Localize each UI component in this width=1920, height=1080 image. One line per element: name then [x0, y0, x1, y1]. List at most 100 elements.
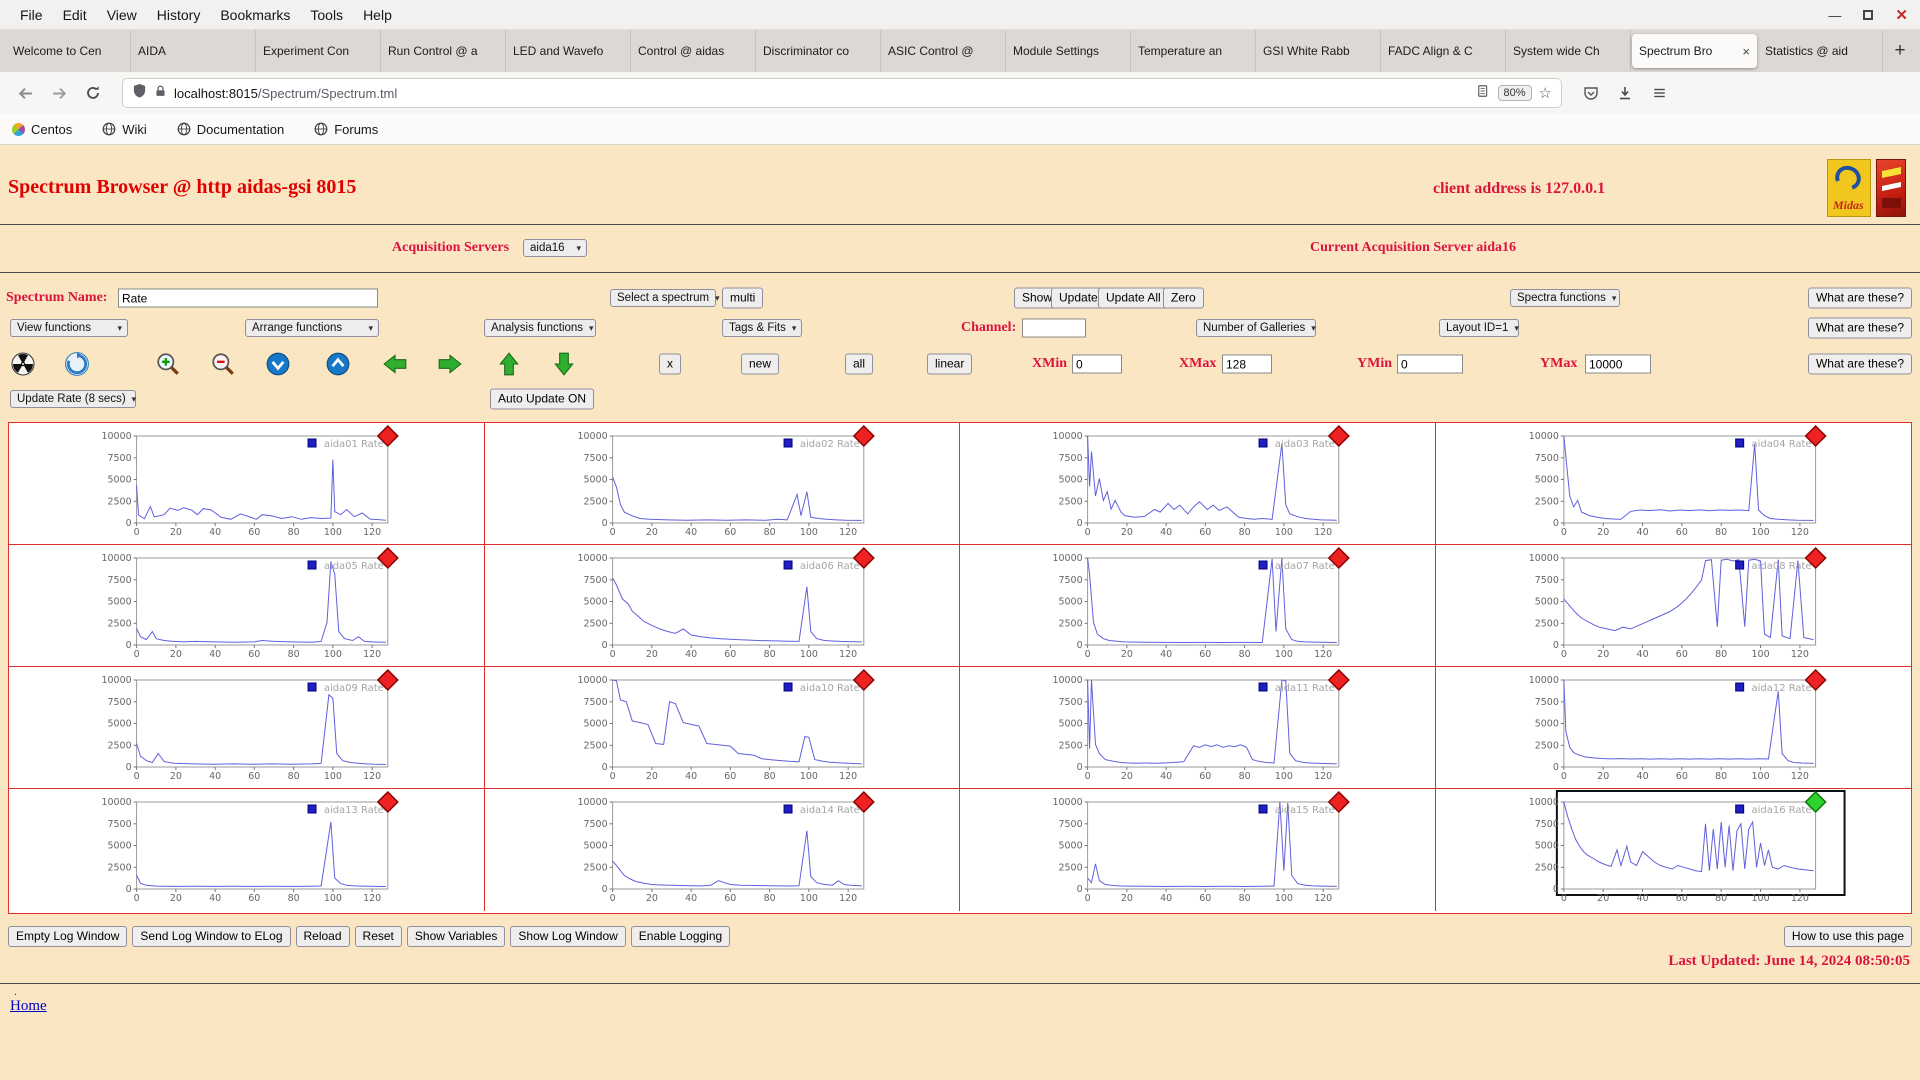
close-button[interactable]: ✕	[1895, 8, 1908, 23]
arrange-functions-dropdown[interactable]: Arrange functions ▾	[245, 319, 379, 337]
browser-tab[interactable]: FADC Align & C	[1381, 30, 1506, 72]
update-all-button[interactable]: Update All	[1098, 287, 1169, 309]
zero-button[interactable]: Zero	[1163, 287, 1204, 309]
browser-tab[interactable]: Experiment Con	[256, 30, 381, 72]
spectrum-panel-aida12[interactable]: 0 2500 5000 7500 10000 0 20 40 60 80 100 120 aida12 …	[1435, 667, 1911, 789]
circle-down-icon[interactable]	[265, 351, 291, 377]
what-are-these-button[interactable]: What are these?	[1807, 287, 1912, 309]
reset-button[interactable]: Reset	[354, 926, 402, 947]
spectrum-panel-aida08[interactable]: 0 2500 5000 7500 10000 0 20 40 60 80 100 120 aida08 …	[1435, 545, 1911, 667]
reader-mode-icon[interactable]	[1477, 84, 1491, 103]
tab-close-icon[interactable]: ×	[1742, 44, 1750, 59]
xmin-input[interactable]	[1072, 354, 1122, 374]
acquisition-server-select[interactable]: aida16 ▾	[523, 239, 587, 257]
menu-history[interactable]: History	[147, 7, 211, 23]
send-log-window-to-elog-button[interactable]: Send Log Window to ELog	[132, 926, 291, 947]
browser-tab[interactable]: AIDA	[131, 30, 256, 72]
downloads-icon[interactable]	[1610, 78, 1640, 108]
radioactive-icon[interactable]	[10, 351, 36, 377]
refresh-icon[interactable]	[64, 351, 90, 377]
browser-tab[interactable]: LED and Wavefo	[506, 30, 631, 72]
menu-edit[interactable]: Edit	[53, 7, 97, 23]
channel-input[interactable]	[1022, 318, 1086, 338]
menu-bookmarks[interactable]: Bookmarks	[210, 7, 300, 23]
maximize-button[interactable]	[1863, 9, 1874, 22]
x-button[interactable]: x	[659, 353, 681, 375]
spectrum-name-input[interactable]	[118, 288, 378, 308]
shield-icon[interactable]	[132, 83, 147, 103]
arrow-right-icon[interactable]	[437, 351, 463, 377]
tags-fits-dropdown[interactable]: Tags & Fits ▾	[722, 319, 802, 337]
pocket-icon[interactable]	[1576, 78, 1606, 108]
spectrum-panel-aida06[interactable]: 0 2500 5000 7500 10000 0 20 40 60 80 100 120 aida06 …	[484, 545, 960, 667]
bookmark-star-icon[interactable]: ☆	[1539, 84, 1552, 102]
linear-button[interactable]: linear	[927, 353, 973, 375]
address-bar[interactable]: localhost:8015/Spectrum/Spectrum.tml 80%…	[122, 78, 1562, 108]
arrow-left-icon[interactable]	[382, 351, 408, 377]
minimize-button[interactable]: —	[1828, 9, 1841, 22]
menu-hamburger-icon[interactable]	[1644, 78, 1674, 108]
ymin-input[interactable]	[1397, 354, 1463, 374]
what-are-these-button[interactable]: What are these?	[1807, 317, 1912, 339]
spectrum-panel-aida04[interactable]: 0 2500 5000 7500 10000 0 20 40 60 80 100 120 aida04 …	[1435, 423, 1911, 545]
menu-view[interactable]: View	[97, 7, 147, 23]
spectrum-panel-aida11[interactable]: 0 2500 5000 7500 10000 0 20 40 60 80 100 120 aida11 …	[960, 667, 1436, 789]
browser-tab[interactable]: Run Control @ a	[381, 30, 506, 72]
spectra-functions-dropdown[interactable]: Spectra functions ▾	[1510, 289, 1620, 307]
browser-tab-active[interactable]: Spectrum Bro ×	[1632, 34, 1757, 68]
reload-button[interactable]: Reload	[295, 926, 350, 947]
ymax-input[interactable]	[1585, 354, 1651, 374]
reload-button[interactable]	[78, 78, 108, 108]
circle-up-icon[interactable]	[325, 351, 351, 377]
browser-tab[interactable]: Module Settings	[1006, 30, 1131, 72]
browser-tab[interactable]: Statistics @ aid	[1758, 30, 1883, 72]
spectrum-panel-aida02[interactable]: 0 2500 5000 7500 10000 0 20 40 60 80 100 120 aida02 …	[484, 423, 960, 545]
spectrum-panel-aida07[interactable]: 0 2500 5000 7500 10000 0 20 40 60 80 100 120 aida07 …	[960, 545, 1436, 667]
browser-tab[interactable]: System wide Ch	[1506, 30, 1631, 72]
show-variables-button[interactable]: Show Variables	[406, 926, 506, 947]
spectrum-panel-aida01[interactable]: 0 2500 5000 7500 10000 0 20 40 60 80 100 120 aida01 …	[9, 423, 485, 545]
number-of-galleries-dropdown[interactable]: Number of Galleries ▾	[1196, 319, 1316, 337]
zoom-level-badge[interactable]: 80%	[1497, 85, 1532, 101]
spectrum-panel-aida05[interactable]: 0 2500 5000 7500 10000 0 20 40 60 80 100 120 aida05 …	[9, 545, 485, 667]
bookmark-wiki[interactable]: Wiki	[102, 122, 147, 137]
home-link[interactable]: Home	[10, 998, 47, 1015]
browser-tab[interactable]: GSI White Rabb	[1256, 30, 1381, 72]
spectrum-panel-aida16[interactable]: 0 2500 5000 7500 10000 0 20 40 60 80 100 120 aida16 …	[1436, 789, 1912, 911]
analysis-functions-dropdown[interactable]: Analysis functions ▾	[484, 319, 596, 337]
auto-update-button[interactable]: Auto Update ON	[490, 388, 595, 410]
spectrum-panel-aida09[interactable]: 0 2500 5000 7500 10000 0 20 40 60 80 100 120 aida09 …	[9, 667, 485, 789]
lock-icon[interactable]	[154, 84, 167, 103]
enable-logging-button[interactable]: Enable Logging	[630, 926, 731, 947]
spectrum-panel-aida15[interactable]: 0 2500 5000 7500 10000 0 20 40 60 80 100 120 aida15 …	[960, 789, 1436, 911]
menu-tools[interactable]: Tools	[300, 7, 353, 23]
spectrum-panel-aida13[interactable]: 0 2500 5000 7500 10000 0 20 40 60 80 100 120 aida13 …	[9, 789, 485, 911]
zoom-out-icon[interactable]	[210, 351, 236, 377]
select-spectrum-dropdown[interactable]: Select a spectrum ▾	[610, 289, 720, 307]
back-button[interactable]	[10, 78, 40, 108]
arrow-down-icon[interactable]	[551, 351, 577, 377]
how-to-use-button[interactable]: How to use this page	[1783, 926, 1912, 947]
xmax-input[interactable]	[1222, 354, 1272, 374]
what-are-these-button[interactable]: What are these?	[1807, 353, 1912, 375]
browser-tab[interactable]: Welcome to Cen	[6, 30, 131, 72]
spectrum-panel-aida14[interactable]: 0 2500 5000 7500 10000 0 20 40 60 80 100 120 aida14 …	[485, 789, 960, 911]
arrow-up-icon[interactable]	[496, 351, 522, 377]
browser-tab[interactable]: Control @ aidas	[631, 30, 756, 72]
forward-button[interactable]	[44, 78, 74, 108]
bookmark-documentation[interactable]: Documentation	[177, 122, 284, 137]
zoom-in-icon[interactable]	[155, 351, 181, 377]
bookmark-centos[interactable]: Centos	[9, 119, 72, 139]
spectrum-panel-aida03[interactable]: 0 2500 5000 7500 10000 0 20 40 60 80 100 120 aida03 …	[960, 423, 1436, 545]
view-functions-dropdown[interactable]: View functions ▾	[10, 319, 128, 337]
new-tab-button[interactable]: +	[1883, 30, 1917, 72]
menu-file[interactable]: File	[10, 7, 53, 23]
browser-tab[interactable]: ASIC Control @	[881, 30, 1006, 72]
update-rate-dropdown[interactable]: Update Rate (8 secs) ▾	[10, 390, 136, 408]
browser-tab[interactable]: Discriminator co	[756, 30, 881, 72]
multi-button[interactable]: multi	[722, 287, 764, 309]
spectrum-panel-aida10[interactable]: 0 2500 5000 7500 10000 0 20 40 60 80 100 120 aida10 …	[484, 667, 960, 789]
empty-log-window-button[interactable]: Empty Log Window	[8, 926, 128, 947]
layout-id-dropdown[interactable]: Layout ID=1 ▾	[1439, 319, 1519, 337]
all-button[interactable]: all	[845, 353, 874, 375]
